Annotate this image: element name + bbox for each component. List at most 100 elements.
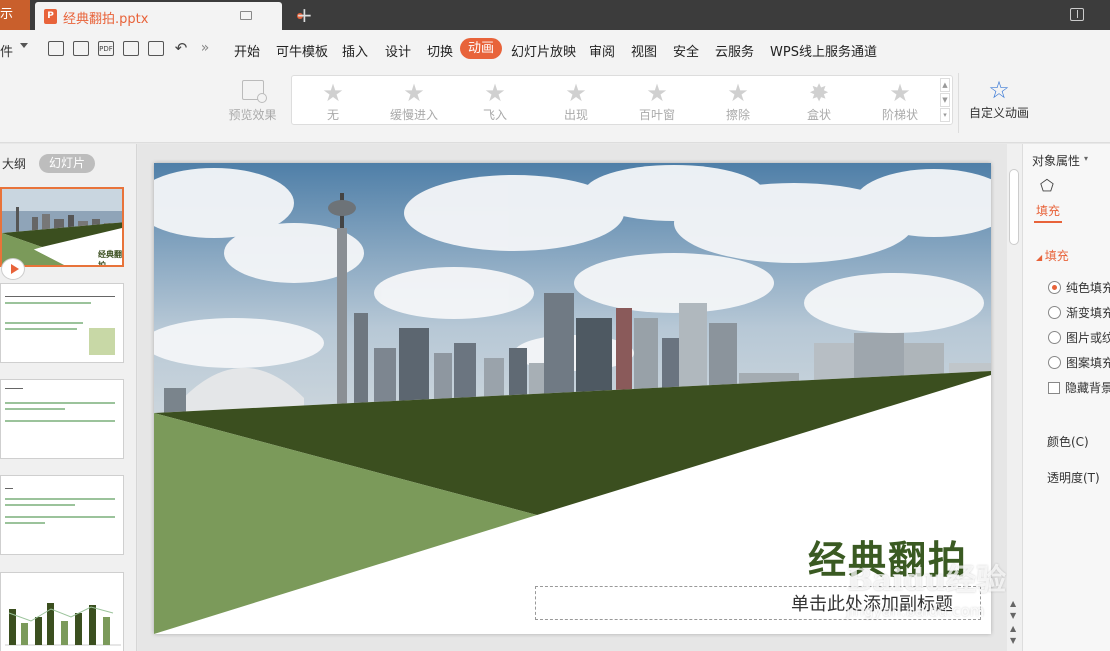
checkbox-hide-background[interactable]	[1048, 382, 1060, 394]
option-label: 渐变填充	[1066, 306, 1110, 320]
slide-thumbnail-1[interactable]: 经典翻拍	[0, 187, 124, 267]
open-folder-icon[interactable]	[48, 41, 64, 56]
preview-effect-label: 预览效果	[228, 108, 277, 122]
option-gradient-fill[interactable]: 渐变填充	[1048, 304, 1110, 321]
next-slide-icon[interactable]: ▼	[1010, 636, 1016, 645]
thumbnail-5-chart	[5, 603, 121, 646]
star-icon: ★	[889, 79, 911, 107]
collapse-triangle-icon: ◢	[1036, 253, 1045, 262]
star-icon: ★	[484, 79, 506, 107]
custom-animation-button[interactable]: ☆ 自定义动画	[966, 76, 1032, 121]
canvas-scrollbar[interactable]: ▲ ▼ ▲ ▼	[1007, 144, 1022, 651]
menu-item-templates[interactable]: 可牛模板	[276, 41, 328, 60]
menu-bar: 件 PDF ↶ » 开始 可牛模板 插入 设计 切换 动画 幻灯片放映 审阅 视…	[0, 30, 1110, 68]
custom-animation-label: 自定义动画	[968, 106, 1029, 120]
option-solid-fill[interactable]: 纯色填充	[1048, 279, 1110, 296]
option-label: 图片或纹理填充	[1066, 331, 1110, 345]
star-icon: ✸	[808, 79, 830, 107]
print-preview-icon[interactable]	[148, 41, 164, 56]
menu-item-transition[interactable]: 切换	[427, 41, 453, 60]
menu-item-review[interactable]: 审阅	[589, 41, 615, 60]
animation-gallery: ★ 无 ★ 缓慢进入 ★ 飞入 ★ 出现 ★ 百叶窗 ★ 擦除 ✸ 盒状 ★ 阶梯状 ▲ ▼ ▾	[291, 75, 953, 125]
slide-thumbnail-5[interactable]	[0, 572, 124, 651]
undo-icon[interactable]: ↶	[173, 41, 189, 56]
radio-solid-fill[interactable]	[1048, 281, 1061, 294]
file-menu[interactable]: 件	[0, 41, 13, 60]
panel-tabs: 大纲 幻灯片	[0, 152, 137, 174]
radio-picture-fill[interactable]	[1048, 331, 1061, 344]
window-layout-icon[interactable]	[1070, 8, 1084, 21]
menu-item-wps-online[interactable]: WPS线上服务通道	[770, 41, 877, 60]
gallery-expand-icon[interactable]: ▾	[940, 108, 950, 122]
slides-panel: 大纲 幻灯片 经典翻拍	[0, 144, 137, 651]
tab-previous[interactable]: 示	[0, 0, 30, 30]
radio-gradient-fill[interactable]	[1048, 306, 1061, 319]
anim-slow-in[interactable]: ★ 缓慢进入	[379, 80, 449, 123]
option-hide-background[interactable]: 隐藏背景图形	[1048, 379, 1110, 396]
play-slide-icon[interactable]	[1, 258, 25, 280]
paint-bucket-icon[interactable]: ⬠	[1040, 176, 1056, 195]
more-tools-icon[interactable]: »	[197, 41, 213, 56]
fill-section-header[interactable]: ◢ 填充	[1036, 247, 1069, 264]
anim-blinds[interactable]: ★ 百叶窗	[622, 80, 692, 123]
anim-label: 无	[326, 108, 339, 122]
scroll-down-icon[interactable]: ▼	[1010, 611, 1016, 620]
thumbnail-1-title: 经典翻拍	[98, 250, 122, 267]
gallery-scroll[interactable]: ▲ ▼ ▾	[940, 78, 950, 122]
menu-item-insert[interactable]: 插入	[342, 41, 368, 60]
gallery-down-icon[interactable]: ▼	[940, 93, 950, 107]
export-pdf-icon[interactable]: PDF	[98, 41, 114, 56]
new-tab-button[interactable]: +	[296, 4, 313, 26]
tab-slides[interactable]: 幻灯片	[39, 154, 95, 173]
anim-steps[interactable]: ★ 阶梯状	[865, 80, 935, 123]
transparency-label: 透明度(T)	[1047, 471, 1100, 485]
anim-label: 百叶窗	[638, 108, 675, 122]
prev-slide-icon[interactable]: ▲	[1010, 624, 1016, 633]
panel-title-caret-icon[interactable]: ▾	[1084, 154, 1088, 163]
monitor-icon[interactable]	[240, 11, 252, 20]
gallery-up-icon[interactable]: ▲	[940, 78, 950, 92]
star-icon: ★	[403, 79, 425, 107]
menu-item-home[interactable]: 开始	[234, 41, 260, 60]
slide-thumbnail-2[interactable]	[0, 283, 124, 363]
file-menu-caret-icon[interactable]	[20, 43, 28, 52]
tab-outline[interactable]: 大纲	[2, 155, 26, 172]
anim-label: 缓慢进入	[389, 108, 438, 122]
option-pattern-fill[interactable]: 图案填充	[1048, 354, 1110, 371]
slide-thumbnail-3[interactable]	[0, 379, 124, 459]
watermark-brand: Baidu经验	[847, 563, 1006, 598]
menu-item-security[interactable]: 安全	[673, 41, 699, 60]
anim-label: 飞入	[482, 108, 507, 122]
tab-previous-label: 示	[0, 7, 14, 22]
anim-box[interactable]: ✸ 盒状	[784, 80, 854, 123]
panel-title[interactable]: 对象属性	[1032, 152, 1080, 169]
watermark-url: jingyan.baidu.com	[846, 602, 985, 620]
anim-none[interactable]: ★ 无	[298, 80, 368, 123]
anim-label: 出现	[563, 108, 588, 122]
anim-fly-in[interactable]: ★ 飞入	[460, 80, 530, 123]
slide-thumbnail-4[interactable]	[0, 475, 124, 555]
tab-document-name: 经典翻拍.pptx	[63, 12, 149, 27]
radio-pattern-fill[interactable]	[1048, 356, 1061, 369]
tab-fill[interactable]: 填充	[1036, 202, 1060, 219]
save-icon[interactable]	[73, 41, 89, 56]
animation-ribbon: 预览效果 ★ 无 ★ 缓慢进入 ★ 飞入 ★ 出现 ★ 百叶窗 ★ 擦除 ✸ 盒状 ★ 阶梯状 …	[0, 68, 1110, 143]
menu-item-design[interactable]: 设计	[385, 41, 411, 60]
star-icon: ★	[727, 79, 749, 107]
custom-animation-star-icon: ☆	[988, 76, 1010, 104]
star-icon: ★	[646, 79, 668, 107]
menu-item-view[interactable]: 视图	[631, 41, 657, 60]
menu-item-cloud[interactable]: 云服务	[715, 41, 754, 60]
preview-effect-button[interactable]: 预览效果	[225, 80, 280, 123]
tab-document[interactable]: P 经典翻拍.pptx	[35, 2, 303, 30]
menu-item-animation[interactable]: 动画	[460, 38, 502, 59]
anim-appear[interactable]: ★ 出现	[541, 80, 611, 123]
option-picture-fill[interactable]: 图片或纹理填充	[1048, 329, 1110, 346]
print-icon[interactable]	[123, 41, 139, 56]
menu-item-slideshow[interactable]: 幻灯片放映	[511, 41, 576, 60]
option-label: 纯色填充	[1066, 281, 1110, 295]
scrollbar-thumb[interactable]	[1009, 169, 1019, 245]
anim-wipe[interactable]: ★ 擦除	[703, 80, 773, 123]
scroll-up-icon[interactable]: ▲	[1010, 599, 1016, 608]
ribbon-divider	[958, 73, 959, 133]
